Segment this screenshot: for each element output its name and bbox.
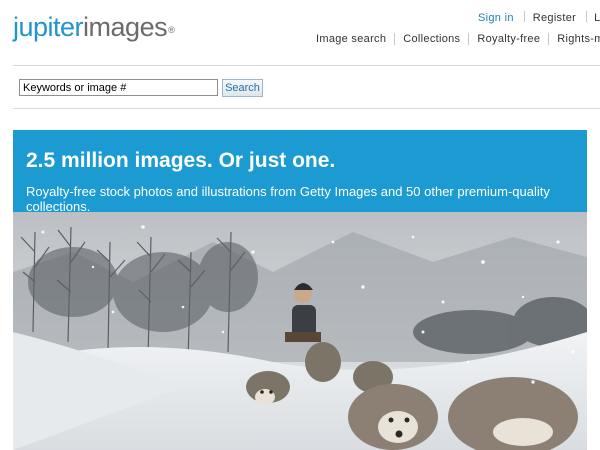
nav-rights-managed[interactable]: Rights-m	[548, 33, 600, 45]
logo-word-jupiter: jupiter	[13, 12, 84, 42]
jupiterimages-logo[interactable]: jupiterimages®	[13, 12, 175, 43]
truncated-link[interactable]: Li	[587, 12, 600, 24]
nav-image-search[interactable]: Image search	[316, 33, 394, 45]
hero-headline: 2.5 million images. Or just one.	[26, 149, 336, 172]
registered-mark: ®	[168, 25, 175, 35]
register-link[interactable]: Register	[525, 12, 586, 24]
account-links: Sign inRegisterLi	[478, 11, 600, 24]
logo-word-images: images	[83, 12, 168, 42]
search-button[interactable]: Search	[222, 79, 263, 97]
hero-section: 2.5 million images. Or just one. Royalty…	[13, 130, 587, 450]
nav-collections[interactable]: Collections	[394, 33, 468, 45]
main-nav: Image search Collections Royalty-free Right…	[316, 33, 600, 45]
sign-in-link[interactable]: Sign in	[478, 12, 524, 24]
nav-royalty-free[interactable]: Royalty-free	[468, 33, 548, 45]
hero-banner: 2.5 million images. Or just one. Royalty…	[13, 130, 587, 214]
hero-photo-dog-sled[interactable]	[13, 212, 587, 450]
hero-subhead: Royalty-free stock photos and illustrati…	[26, 184, 550, 214]
search-divider	[13, 108, 600, 109]
header-divider	[13, 65, 600, 66]
search-input[interactable]	[19, 79, 218, 96]
